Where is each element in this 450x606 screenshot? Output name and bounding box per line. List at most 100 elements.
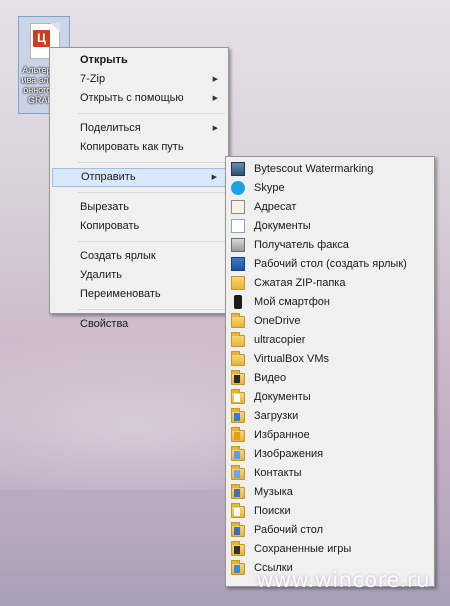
folder-icon [231, 332, 245, 347]
menu-item-label: Переименовать [80, 288, 161, 300]
zip-folder-icon [231, 276, 245, 290]
video-folder-icon [231, 370, 245, 385]
send-to-item-2[interactable]: Адресат [228, 198, 432, 217]
bytescout-icon [231, 162, 245, 176]
downloads-folder-icon [231, 408, 245, 423]
send-to-item-15[interactable]: Изображения [228, 445, 432, 464]
send-to-item-label: OneDrive [254, 315, 301, 327]
send-to-item-label: Избранное [254, 429, 310, 441]
send-to-item-13[interactable]: Загрузки [228, 407, 432, 426]
desktop-icon [231, 257, 245, 271]
app-badge-icon: Ц [33, 30, 50, 47]
menu-item-label: Отправить [81, 171, 136, 183]
send-to-item-17[interactable]: Музыка [228, 483, 432, 502]
send-to-item-20[interactable]: Сохраненные игры [228, 540, 432, 559]
menu-separator [78, 162, 225, 163]
send-to-item-5[interactable]: Рабочий стол (создать ярлык) [228, 255, 432, 274]
send-to-item-label: Музыка [254, 486, 293, 498]
menu-separator [78, 192, 225, 193]
searches-folder-icon [231, 503, 245, 518]
submenu-arrow-icon: ▶ [212, 125, 218, 132]
menu-separator [78, 309, 225, 310]
send-to-item-19[interactable]: Рабочий стол [228, 521, 432, 540]
send-to-item-7[interactable]: Мой смартфон [228, 293, 432, 312]
menu-item-label: Поделиться [80, 122, 141, 134]
folder-icon [231, 351, 245, 366]
menu-item-label: Открыть с помощью [80, 92, 184, 104]
pictures-folder-icon [231, 446, 245, 461]
menu-item-7[interactable]: Отправить ▶ [52, 168, 226, 187]
documents-icon [231, 219, 245, 233]
send-to-item-label: Адресат [254, 201, 297, 213]
context-menu: Открыть 7-Zip ▶ Открыть с помощью ▶ Поделитьс… [49, 47, 229, 330]
mail-recipient-icon [231, 200, 245, 214]
send-to-item-label: Сохраненные игры [254, 543, 352, 555]
send-to-item-label: Получатель факса [254, 239, 349, 251]
send-to-item-0[interactable]: Bytescout Watermarking [228, 160, 432, 179]
menu-item-4[interactable]: Поделиться ▶ [52, 119, 226, 138]
menu-item-9[interactable]: Вырезать [52, 198, 226, 217]
send-to-item-3[interactable]: Документы [228, 217, 432, 236]
send-to-submenu: Bytescout Watermarking Skype Адресат Докуме… [225, 156, 435, 587]
send-to-item-18[interactable]: Поиски [228, 502, 432, 521]
folder-icon [231, 313, 245, 328]
send-to-item-label: Рабочий стол (создать ярлык) [254, 258, 407, 270]
send-to-item-label: Документы [254, 391, 311, 403]
send-to-item-11[interactable]: Видео [228, 369, 432, 388]
send-to-item-label: Skype [254, 182, 285, 194]
skype-icon [231, 181, 245, 195]
menu-item-label: Вырезать [80, 201, 129, 213]
send-to-item-label: Bytescout Watermarking [254, 163, 374, 175]
send-to-item-label: Поиски [254, 505, 291, 517]
submenu-arrow-icon: ▶ [212, 95, 218, 102]
watermark: www.wincore.ru [256, 568, 430, 592]
send-to-item-10[interactable]: VirtualBox VMs [228, 350, 432, 369]
menu-item-1[interactable]: 7-Zip ▶ [52, 70, 226, 89]
send-to-item-9[interactable]: ultracopier [228, 331, 432, 350]
send-to-item-1[interactable]: Skype [228, 179, 432, 198]
send-to-item-6[interactable]: Сжатая ZIP-папка [228, 274, 432, 293]
menu-item-0[interactable]: Открыть [52, 51, 226, 70]
menu-item-label: Копировать как путь [80, 141, 184, 153]
favorites-folder-icon [231, 427, 245, 442]
send-to-item-16[interactable]: Контакты [228, 464, 432, 483]
desktop-folder-icon [231, 522, 245, 537]
contacts-folder-icon [231, 465, 245, 480]
submenu-arrow-icon: ▶ [211, 174, 217, 181]
menu-item-label: Удалить [80, 269, 122, 281]
send-to-item-8[interactable]: OneDrive [228, 312, 432, 331]
menu-separator [78, 241, 225, 242]
menu-item-label: Копировать [80, 220, 140, 232]
menu-separator [78, 113, 225, 114]
menu-item-label: Свойства [80, 318, 129, 330]
menu-item-16[interactable]: Свойства [52, 315, 226, 334]
menu-item-13[interactable]: Удалить [52, 266, 226, 285]
send-to-item-4[interactable]: Получатель факса [228, 236, 432, 255]
send-to-item-label: Мой смартфон [254, 296, 330, 308]
send-to-item-label: Контакты [254, 467, 302, 479]
send-to-item-label: Загрузки [254, 410, 299, 422]
send-to-item-label: ultracopier [254, 334, 306, 346]
menu-item-12[interactable]: Создать ярлык [52, 247, 226, 266]
menu-item-label: 7-Zip [80, 73, 106, 85]
menu-item-2[interactable]: Открыть с помощью ▶ [52, 89, 226, 108]
saved-games-folder-icon [231, 541, 245, 556]
smartphone-icon [234, 295, 242, 309]
documents-folder-icon [231, 389, 245, 404]
send-to-item-label: Изображения [254, 448, 324, 460]
menu-item-5[interactable]: Копировать как путь [52, 138, 226, 157]
music-folder-icon [231, 484, 245, 499]
send-to-item-label: Документы [254, 220, 311, 232]
menu-item-label: Создать ярлык [80, 250, 156, 262]
send-to-item-label: Сжатая ZIP-папка [254, 277, 346, 289]
submenu-arrow-icon: ▶ [212, 76, 218, 83]
send-to-item-12[interactable]: Документы [228, 388, 432, 407]
send-to-item-label: VirtualBox VMs [254, 353, 329, 365]
links-folder-icon [231, 560, 245, 575]
menu-item-14[interactable]: Переименовать [52, 285, 226, 304]
send-to-item-14[interactable]: Избранное [228, 426, 432, 445]
menu-item-label: Открыть [80, 54, 128, 66]
menu-item-10[interactable]: Копировать [52, 217, 226, 236]
send-to-item-label: Видео [254, 372, 287, 384]
fax-icon [231, 238, 245, 252]
